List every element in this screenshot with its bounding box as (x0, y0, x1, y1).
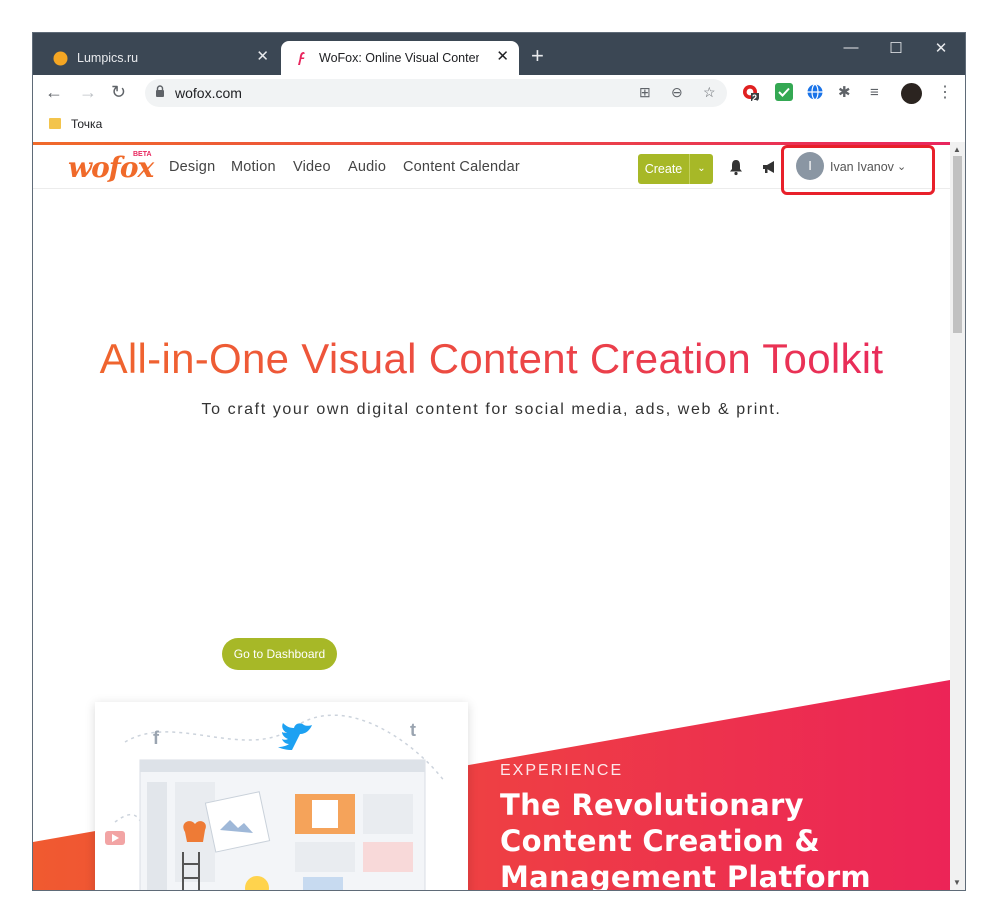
tab-close-icon[interactable]: ✕ (496, 49, 509, 64)
tab-wofox[interactable]: WoFox: Online Visual Content Cr ✕ (281, 41, 519, 75)
translate-icon[interactable]: ⊞ (639, 84, 651, 101)
browser-window: Lumpics.ru ✕ WoFox: Online Visual Conten… (32, 32, 966, 891)
hero-title: All-in-One Visual Content Creation Toolk… (33, 335, 950, 383)
tab-lumpics[interactable]: Lumpics.ru ✕ (39, 41, 279, 75)
lock-icon (156, 85, 164, 97)
svg-text:t: t (410, 720, 416, 740)
profile-avatar[interactable] (901, 83, 922, 104)
scrollbar-thumb[interactable] (953, 156, 962, 333)
globe-extension-icon[interactable] (806, 83, 824, 101)
experience-heading-line-3: Management Platform (500, 860, 871, 891)
beta-badge: BETA (133, 151, 152, 158)
megaphone-icon[interactable] (761, 159, 779, 175)
page-scrollbar[interactable]: ▲ ▼ (950, 142, 965, 890)
create-button[interactable]: Create (638, 154, 689, 184)
back-icon[interactable]: ← (45, 83, 63, 101)
create-dropdown-chevron-icon[interactable]: ⌄ (689, 154, 713, 184)
folder-icon (49, 118, 61, 129)
minimize-icon[interactable]: — (836, 39, 866, 56)
site-header: wofox BETA Design Motion Video Audio Con… (33, 145, 950, 195)
zoom-icon[interactable]: ⊖ (671, 84, 683, 101)
address-bar[interactable]: wofox.com ⊞ ⊖ ☆ (145, 79, 727, 107)
nav-motion[interactable]: Motion (231, 159, 276, 175)
experience-kicker: EXPERIENCE (500, 762, 624, 779)
media-control-icon[interactable]: ≡ (870, 84, 879, 102)
go-to-dashboard-button[interactable]: Go to Dashboard (222, 638, 337, 670)
window-close-icon[interactable]: ✕ (926, 39, 956, 57)
experience-heading-line-1: The Revolutionary (500, 788, 804, 822)
nav-audio[interactable]: Audio (348, 159, 386, 175)
tab-close-icon[interactable]: ✕ (256, 49, 269, 64)
tab-title: WoFox: Online Visual Content Cr (319, 51, 479, 65)
bookmark-tochka[interactable]: Точка (71, 117, 102, 131)
page-viewport: wofox BETA Design Motion Video Audio Con… (33, 142, 950, 891)
svg-text:f: f (153, 728, 160, 748)
forward-icon[interactable]: → (79, 83, 97, 101)
menu-icon[interactable]: ⋮ (937, 84, 953, 102)
browser-toolbar: ← → ↻ wofox.com ⊞ ⊖ ☆ 2 ✱ ≡ ⋮ (33, 75, 965, 111)
maximize-icon[interactable]: ☐ (881, 39, 911, 57)
lumpics-favicon-icon (53, 51, 68, 66)
url-text: wofox.com (175, 85, 242, 101)
bell-icon[interactable] (727, 158, 745, 176)
hero-subtitle: To craft your own digital content for so… (201, 401, 782, 418)
wofox-favicon-icon (298, 52, 305, 65)
extension-badge: 2 (752, 93, 758, 103)
nav-video[interactable]: Video (293, 159, 331, 175)
reload-icon[interactable]: ↻ (111, 83, 126, 101)
illustration-art: f t (105, 714, 446, 890)
tab-title: Lumpics.ru (77, 51, 139, 65)
puzzle-icon[interactable]: ✱ (838, 84, 851, 102)
new-tab-button[interactable]: + (531, 45, 544, 67)
bookmark-star-icon[interactable]: ☆ (703, 84, 716, 101)
scroll-down-arrow-icon[interactable]: ▼ (953, 878, 961, 887)
title-bar: Lumpics.ru ✕ WoFox: Online Visual Conten… (33, 33, 965, 75)
bookmarks-bar: Точка (33, 111, 965, 139)
nav-content-calendar[interactable]: Content Calendar (403, 159, 520, 175)
highlight-box (781, 145, 935, 195)
experience-heading-line-2: Content Creation & (500, 824, 820, 858)
nav-design[interactable]: Design (169, 159, 215, 175)
checkmark-extension-icon[interactable] (775, 83, 793, 101)
platform-illustration: f t (95, 702, 468, 890)
scroll-up-arrow-icon[interactable]: ▲ (953, 145, 961, 154)
